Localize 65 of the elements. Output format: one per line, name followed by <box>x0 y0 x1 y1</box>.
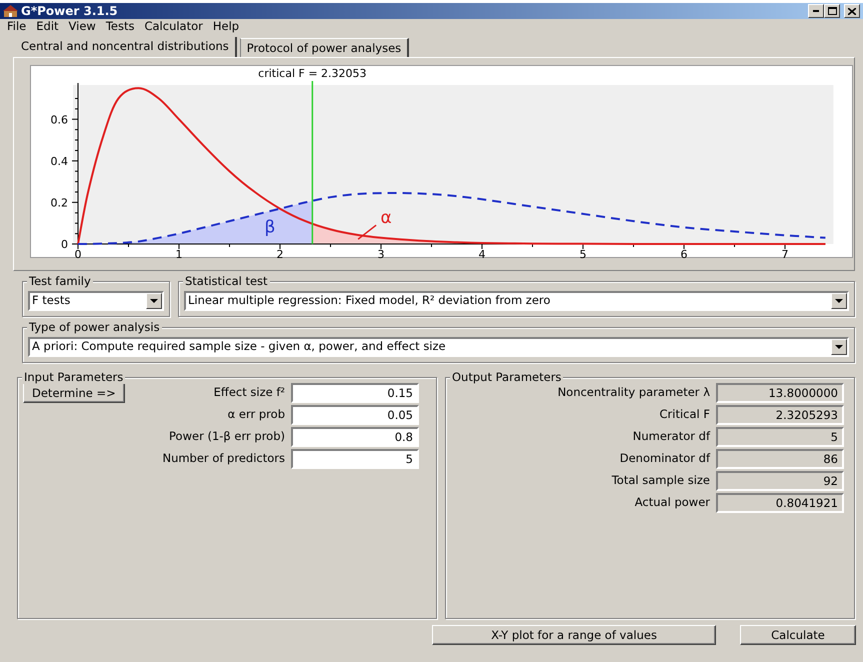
output-field[interactable]: 2.3205293 <box>716 405 844 425</box>
group-label: Type of power analysis <box>27 320 162 334</box>
analysis-type-dropdown[interactable]: A priori: Compute required sample size - given α, power, and effect size <box>28 337 849 357</box>
determine-button[interactable]: Determine => <box>23 383 125 403</box>
field-label: Number of predictors <box>161 450 285 468</box>
field-label: Actual power <box>634 494 710 512</box>
input-field[interactable]: 0.05 <box>291 405 419 425</box>
maximize-icon <box>828 7 836 15</box>
caret-icon <box>146 293 162 309</box>
tick-label: 4 <box>478 248 486 259</box>
group-label: Statistical test <box>183 274 270 288</box>
field-label: Power (1-β err prob) <box>168 428 285 446</box>
menu-item[interactable]: Tests <box>102 18 140 36</box>
close-button[interactable] <box>844 4 860 18</box>
tick-label: 1 <box>176 248 182 259</box>
leader-line <box>358 224 377 240</box>
maximize-button[interactable] <box>824 4 840 18</box>
window-title: G*Power 3.1.5 <box>21 3 118 20</box>
tick-label: 0.2 <box>50 196 68 210</box>
menu-item[interactable]: Help <box>208 18 246 36</box>
minimize-button[interactable] <box>808 4 824 18</box>
tick-label: 7 <box>782 248 788 259</box>
tab[interactable]: Protocol of power analyses <box>240 38 410 57</box>
field-label: α err prob <box>226 406 285 424</box>
group-label: Input Parameters <box>22 370 126 384</box>
field-label: Total sample size <box>610 472 710 490</box>
app-icon <box>3 5 18 17</box>
output-field[interactable]: 5 <box>716 427 844 447</box>
close-icon <box>848 8 856 14</box>
caret-icon <box>831 339 847 355</box>
statistical-test-dropdown[interactable]: Linear multiple regression: Fixed model, R² deviation from zero <box>184 291 849 311</box>
minimize-icon <box>813 10 819 12</box>
field-label: Denominator df <box>618 450 710 468</box>
input-field[interactable]: 0.15 <box>291 383 419 403</box>
test-family-dropdown[interactable]: F tests <box>28 291 164 311</box>
output-field[interactable]: 13.8000000 <box>716 383 844 403</box>
calculate-button[interactable]: Calculate <box>740 625 856 645</box>
field-label: Numerator df <box>632 428 710 446</box>
tick-label: 0.6 <box>50 113 68 126</box>
output-field[interactable]: 0.8041921 <box>716 493 844 513</box>
tick-label: 5 <box>580 248 586 259</box>
tick-label: 0 <box>61 238 68 251</box>
alpha-label: α <box>380 208 392 228</box>
field-label: Effect size f² <box>212 384 285 402</box>
group-label: Test family <box>27 274 93 288</box>
xy-plot-button[interactable]: X-Y plot for a range of values <box>432 625 716 645</box>
caret-icon <box>831 293 847 309</box>
tick-label: 2 <box>276 248 284 259</box>
beta-label: β <box>264 218 276 238</box>
menu-item[interactable]: View <box>64 18 102 36</box>
input-field[interactable]: 0.8 <box>291 427 419 447</box>
output-field[interactable]: 86 <box>716 449 844 469</box>
output-field[interactable]: 92 <box>716 471 844 491</box>
field-label: Noncentrality parameter λ <box>556 384 710 402</box>
tick-label: 6 <box>680 248 688 259</box>
tick-label: 3 <box>378 248 384 259</box>
tick-label: 0 <box>74 248 82 259</box>
field-label: Critical F <box>658 406 710 424</box>
menu-item[interactable]: File <box>3 18 32 36</box>
tick-label: 0.4 <box>50 154 68 168</box>
menu-item[interactable]: Calculator <box>140 18 209 36</box>
input-field[interactable]: 5 <box>291 449 419 469</box>
critical-value-label: critical F = 2.32053 <box>258 67 367 80</box>
menu-item[interactable]: Edit <box>32 18 65 36</box>
group-label: Output Parameters <box>450 370 564 384</box>
